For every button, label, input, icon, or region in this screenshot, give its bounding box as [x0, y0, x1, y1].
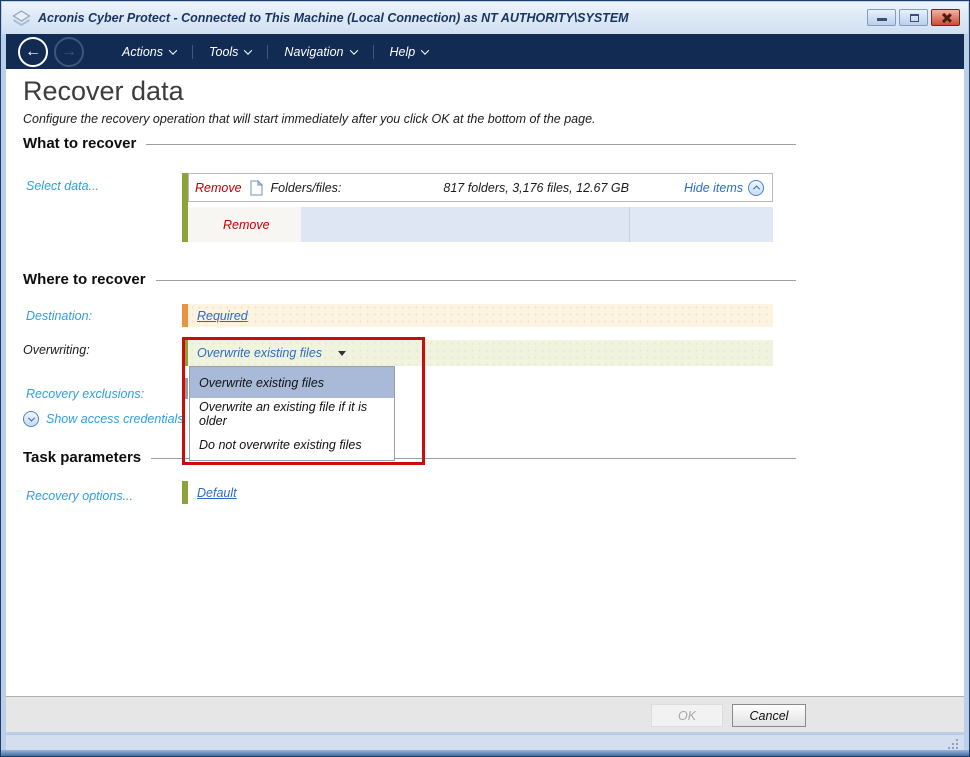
back-arrow-icon: ←	[25, 44, 41, 60]
section-task-parameters: Task parameters	[23, 449, 796, 466]
item-summary: 817 folders, 3,176 files, 12.67 GB	[443, 181, 629, 195]
section-header: Task parameters	[23, 449, 141, 466]
overwriting-dropdown-trigger[interactable]: Overwrite existing files	[197, 346, 322, 360]
menu-items: Actions Tools Navigation Help	[110, 39, 440, 65]
forward-button[interactable]: →	[54, 37, 84, 67]
window-bottom-edge	[1, 750, 969, 756]
chevron-down-icon	[421, 46, 429, 54]
dropdown-option-overwrite[interactable]: Overwrite existing files	[190, 367, 394, 398]
acronis-layers-icon	[12, 10, 31, 27]
destination-required-link[interactable]: Required	[197, 309, 248, 323]
recovery-options-default-link[interactable]: Default	[197, 486, 237, 500]
destination-label: Destination:	[26, 309, 92, 323]
item-name-cell	[301, 207, 629, 242]
show-access-credentials-label: Show access credentials	[46, 412, 184, 426]
menu-navigation[interactable]: Navigation	[272, 39, 368, 65]
close-icon	[940, 12, 951, 23]
chevron-down-icon	[169, 46, 177, 54]
chevron-down-icon	[244, 46, 252, 54]
menu-divider	[373, 45, 374, 59]
item-remove-cell: Remove	[188, 207, 301, 242]
close-button[interactable]	[931, 9, 960, 26]
gray-accent-bar	[182, 378, 188, 399]
dropdown-caret-icon	[338, 351, 346, 356]
page-subtitle: Configure the recovery operation that wi…	[23, 112, 596, 126]
back-button[interactable]: ←	[18, 37, 48, 67]
recovery-options-link[interactable]: Recovery options...	[26, 489, 133, 503]
ok-button[interactable]: OK	[651, 704, 723, 727]
remove-link[interactable]: Remove	[195, 181, 242, 195]
green-accent-bar	[182, 340, 188, 366]
section-rule	[156, 280, 796, 281]
window-controls	[867, 9, 960, 26]
titlebar: Acronis Cyber Protect - Connected to Thi…	[2, 2, 968, 34]
menu-actions[interactable]: Actions	[110, 39, 188, 65]
document-icon	[250, 180, 263, 196]
content-area: Recover data Configure the recovery oper…	[6, 69, 964, 732]
item-type-label: Folders/files:	[271, 181, 342, 195]
app-window: Acronis Cyber Protect - Connected to Thi…	[0, 0, 970, 757]
forward-arrow-icon: →	[61, 44, 77, 60]
recovery-options-row: Default	[182, 481, 773, 504]
maximize-icon	[910, 14, 919, 22]
section-what-to-recover: What to recover	[23, 135, 796, 152]
item-size-cell	[629, 207, 773, 242]
orange-accent-bar	[182, 304, 188, 327]
selected-data-row: Remove Folders/files: 817 folders, 3,176…	[188, 173, 773, 202]
remove-item-link[interactable]: Remove	[223, 218, 270, 232]
footer-bar: OK Cancel	[6, 696, 964, 732]
hide-items-link[interactable]: Hide items	[684, 181, 743, 195]
menu-tools[interactable]: Tools	[197, 39, 263, 65]
selected-data-panel: Remove Folders/files: 817 folders, 3,176…	[182, 173, 773, 242]
section-header: Where to recover	[23, 271, 146, 288]
expand-credentials-button[interactable]	[23, 411, 39, 427]
dropdown-option-do-not-overwrite[interactable]: Do not overwrite existing files	[190, 429, 394, 460]
minimize-icon	[877, 18, 887, 21]
menu-help[interactable]: Help	[378, 39, 441, 65]
maximize-button[interactable]	[899, 9, 928, 26]
chevron-down-icon	[27, 414, 34, 421]
section-header: What to recover	[23, 135, 136, 152]
section-rule	[146, 144, 796, 145]
green-accent-bar	[182, 481, 188, 504]
show-access-credentials-toggle[interactable]: Show access credentials	[23, 411, 184, 427]
cancel-button[interactable]: Cancel	[732, 704, 806, 727]
section-where-to-recover: Where to recover	[23, 271, 796, 288]
destination-row: Required	[182, 304, 773, 327]
resize-grip[interactable]	[948, 737, 960, 749]
overwriting-row: Overwrite existing files	[182, 340, 773, 366]
page-title: Recover data	[23, 76, 184, 107]
chevron-up-icon	[752, 185, 759, 192]
window-title: Acronis Cyber Protect - Connected to Thi…	[38, 11, 629, 25]
item-detail-row: Remove	[188, 207, 773, 242]
collapse-items-button[interactable]	[748, 180, 764, 196]
recovery-exclusions-link[interactable]: Recovery exclusions:	[26, 387, 144, 401]
dropdown-option-overwrite-if-older[interactable]: Overwrite an existing file if it is olde…	[190, 398, 394, 429]
overwriting-dropdown-list: Overwrite existing files Overwrite an ex…	[189, 366, 395, 461]
menubar: ← → Actions Tools Navigation Help	[6, 34, 964, 69]
menu-divider	[267, 45, 268, 59]
minimize-button[interactable]	[867, 9, 896, 26]
select-data-link[interactable]: Select data...	[26, 179, 99, 193]
chevron-down-icon	[349, 46, 357, 54]
overwriting-label: Overwriting:	[23, 343, 90, 357]
menu-divider	[192, 45, 193, 59]
